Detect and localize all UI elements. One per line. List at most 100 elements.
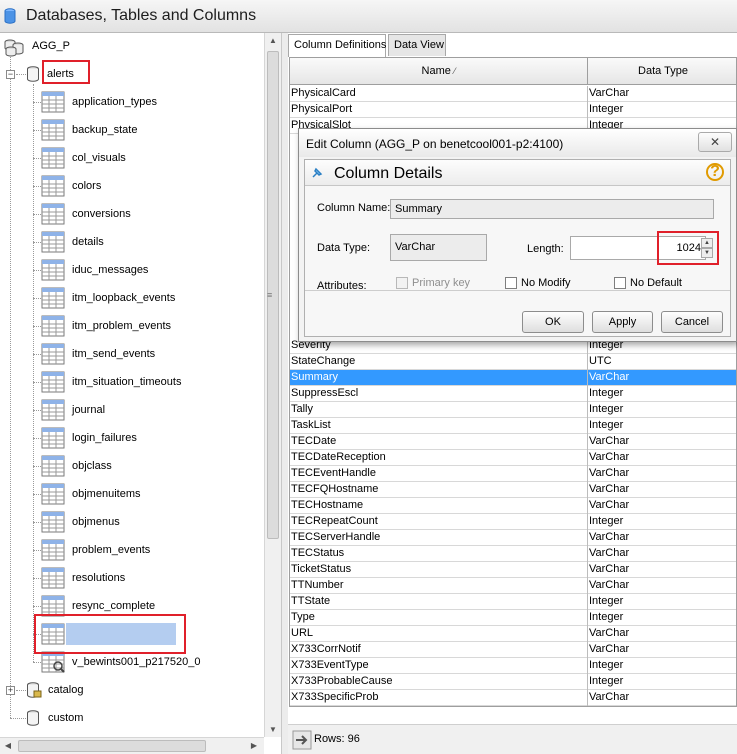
tree-node-table[interactable]: itm_send_events <box>41 343 158 365</box>
tree-node-table[interactable]: v_bewints001_p217520_0 <box>41 651 203 673</box>
table-row[interactable]: TECRepeatCount Integer <box>290 514 736 530</box>
tree-node-catalog[interactable]: catalog <box>26 679 86 701</box>
header-type[interactable]: Data Type <box>588 58 736 85</box>
table-icon <box>41 147 65 169</box>
cancel-button[interactable]: Cancel <box>661 311 723 333</box>
apply-button[interactable]: Apply <box>592 311 653 333</box>
table-row[interactable]: TECHostname VarChar <box>290 498 736 514</box>
table-row[interactable]: TECStatus VarChar <box>290 546 736 562</box>
table-icon <box>41 231 65 253</box>
scroll-left-icon[interactable]: ◀ <box>1 741 15 750</box>
highlight-status <box>34 614 186 654</box>
tree-node-table[interactable]: backup_state <box>41 119 140 141</box>
tree-table-label: objmenus <box>72 516 120 528</box>
no-modify-checkbox[interactable]: No Modify <box>505 277 571 289</box>
tree-node-table[interactable]: objclass <box>41 455 115 477</box>
server-icon <box>4 39 24 57</box>
tree-node-table[interactable]: journal <box>41 399 108 421</box>
splitter[interactable] <box>282 33 288 754</box>
table-row[interactable]: TaskList Integer <box>290 418 736 434</box>
tree-root-label: AGG_P <box>32 40 70 52</box>
tree-table-label: itm_problem_events <box>72 320 172 332</box>
primary-key-checkbox[interactable]: Primary key <box>396 277 470 289</box>
table-row[interactable]: X733EventType Integer <box>290 658 736 674</box>
tree-node-table[interactable]: colors <box>41 175 104 197</box>
tree-node-table[interactable]: itm_problem_events <box>41 315 174 337</box>
cell-name: PhysicalCard <box>291 87 356 99</box>
tree-node-table[interactable]: conversions <box>41 203 134 225</box>
table-row[interactable]: TTState Integer <box>290 594 736 610</box>
table-row[interactable]: StateChange UTC <box>290 354 736 370</box>
tree-vertical-scrollbar[interactable]: ▲ ▼ <box>264 33 281 737</box>
table-row[interactable]: PhysicalCard VarChar <box>290 86 736 102</box>
cell-type: Integer <box>589 611 624 623</box>
no-default-checkbox[interactable]: No Default <box>614 277 682 289</box>
collapse-icon[interactable]: − <box>6 70 15 79</box>
tree-node-table[interactable]: login_failures <box>41 427 140 449</box>
tree-node-table[interactable]: col_visuals <box>41 147 129 169</box>
tree-horizontal-scrollbar[interactable]: ◀ ▶ <box>0 737 264 754</box>
sort-icon: ⁄ <box>453 66 456 76</box>
data-type-field[interactable]: VarChar <box>390 234 487 261</box>
primary-key-label: Primary key <box>412 277 471 289</box>
ok-button[interactable]: OK <box>522 311 584 333</box>
table-row[interactable]: Summary VarChar <box>290 370 736 386</box>
table-row[interactable]: SuppressEscl Integer <box>290 386 736 402</box>
table-icon <box>41 511 65 533</box>
table-row[interactable]: URL VarChar <box>290 626 736 642</box>
scroll-up-icon[interactable]: ▲ <box>266 36 280 45</box>
cell-type: VarChar <box>589 627 630 639</box>
tree-hscroll-thumb[interactable] <box>18 740 206 752</box>
column-name-field[interactable]: Summary <box>390 199 714 219</box>
tree-node-table[interactable]: details <box>41 231 107 253</box>
table-icon <box>41 399 65 421</box>
tree-node-table[interactable]: objmenus <box>41 511 123 533</box>
tree-node-table[interactable]: objmenuitems <box>41 483 143 505</box>
cell-type: VarChar <box>589 451 630 463</box>
tab-column-definitions[interactable]: Column Definitions <box>288 34 386 57</box>
help-icon[interactable]: ? <box>706 163 724 181</box>
tree-label-catalog: catalog <box>48 684 84 696</box>
header-name[interactable]: Name ⁄ <box>290 58 588 85</box>
tree-node-root[interactable]: AGG_P <box>2 35 73 57</box>
table-row[interactable]: TTNumber VarChar <box>290 578 736 594</box>
table-icon <box>41 91 65 113</box>
tree-node-table[interactable]: itm_situation_timeouts <box>41 371 184 393</box>
close-icon[interactable]: ✕ <box>698 132 732 152</box>
scroll-down-icon[interactable]: ▼ <box>266 725 280 734</box>
tree-node-table[interactable]: iduc_messages <box>41 259 151 281</box>
scroll-right-icon[interactable]: ▶ <box>247 741 261 750</box>
tree-node-table[interactable]: itm_loopback_events <box>41 287 178 309</box>
cell-name: X733ProbableCause <box>291 675 393 687</box>
table-row[interactable]: PhysicalPort Integer <box>290 102 736 118</box>
tree-table-label: resync_complete <box>72 600 156 612</box>
tab-data-view[interactable]: Data View <box>388 34 446 56</box>
table-icon <box>41 343 65 365</box>
table-row[interactable]: X733CorrNotif VarChar <box>290 642 736 658</box>
table-row[interactable]: TECEventHandle VarChar <box>290 466 736 482</box>
tree-node-table[interactable]: resolutions <box>41 567 128 589</box>
table-row[interactable]: X733SpecificProb VarChar <box>290 690 736 706</box>
table-row[interactable]: TECDateReception VarChar <box>290 450 736 466</box>
details-heading: Column Details <box>334 165 443 182</box>
cell-name: SuppressEscl <box>291 387 359 399</box>
cell-name: TECDate <box>291 435 337 447</box>
table-row[interactable]: TECFQHostname VarChar <box>290 482 736 498</box>
expand-icon[interactable]: + <box>6 686 15 695</box>
table-row[interactable]: X733ProbableCause Integer <box>290 674 736 690</box>
dialog-title-bar[interactable]: Edit Column (AGG_P on benetcool001-p2:41… <box>299 129 736 157</box>
cell-name: URL <box>291 627 314 639</box>
cell-type: Integer <box>589 675 624 687</box>
table-row[interactable]: TicketStatus VarChar <box>290 562 736 578</box>
tree-node-table[interactable]: problem_events <box>41 539 153 561</box>
table-row[interactable]: Tally Integer <box>290 402 736 418</box>
tree-node-table[interactable]: application_types <box>41 91 160 113</box>
table-row[interactable]: Type Integer <box>290 610 736 626</box>
table-row[interactable]: TECServerHandle VarChar <box>290 530 736 546</box>
tree-node-custom[interactable]: custom <box>26 707 86 729</box>
cell-type: VarChar <box>589 643 630 655</box>
cell-name: X733CorrNotif <box>291 643 361 655</box>
no-modify-label: No Modify <box>521 277 571 289</box>
table-icon <box>41 455 65 477</box>
table-row[interactable]: TECDate VarChar <box>290 434 736 450</box>
